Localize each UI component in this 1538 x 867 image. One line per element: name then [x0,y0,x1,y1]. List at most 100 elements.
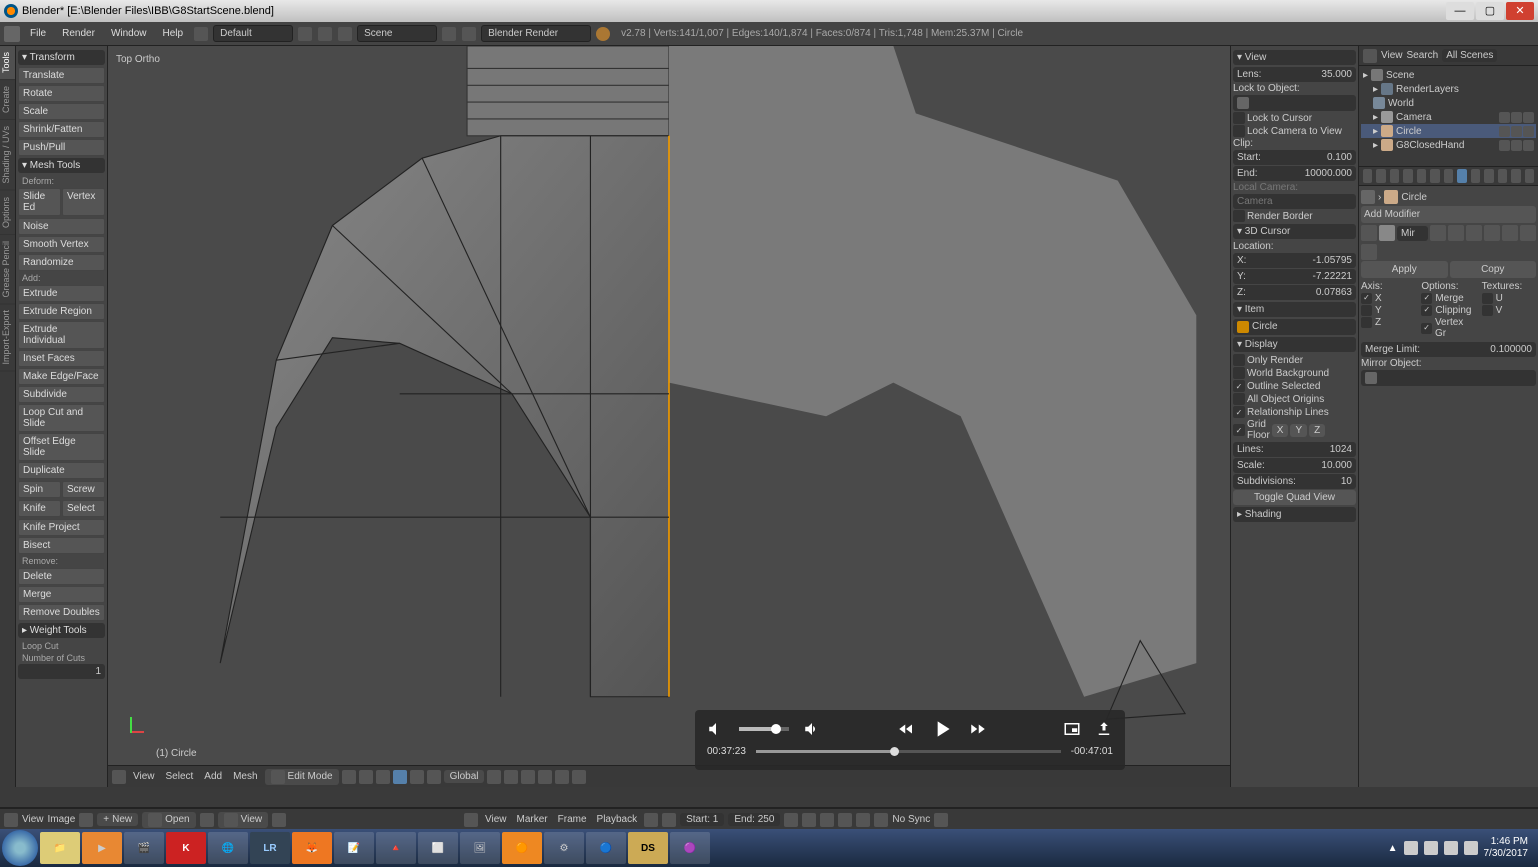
transform-header[interactable]: ▾ Transform [18,50,105,65]
lockcursor-checkbox[interactable] [1233,112,1245,124]
editor-type-icon[interactable] [4,813,18,827]
cursor-z-field[interactable]: Z:0.07863 [1233,285,1356,300]
ol-world[interactable]: World [1361,96,1536,110]
noise-button[interactable]: Noise [18,218,105,235]
clipend-field[interactable]: End:10000.000 [1233,166,1356,181]
frame-start-field[interactable]: Start: 1 [680,813,724,826]
shading-panel-header[interactable]: ▸ Shading [1233,507,1356,522]
layout-del-icon[interactable] [318,27,332,41]
ren-icon[interactable] [1523,140,1534,151]
merge-button[interactable]: Merge [18,586,105,603]
play-icon[interactable] [929,716,955,742]
taskbar-app7[interactable]: 🔵 [586,832,626,864]
ctx-layers-icon[interactable] [1390,169,1399,183]
shade-solid-icon[interactable] [342,770,356,784]
ctx-physics-icon[interactable] [1525,169,1534,183]
new-image-button[interactable]: +New [97,813,138,826]
mirrorobj-field[interactable] [1361,370,1536,386]
tray-chevron-icon[interactable]: ▲ [1388,843,1398,854]
play-icon[interactable] [838,813,852,827]
pivot-icon[interactable] [359,770,373,784]
render-opengl-icon[interactable] [572,770,586,784]
vertexgr-checkbox[interactable] [1421,323,1432,334]
allorigins-checkbox[interactable] [1233,393,1245,405]
copy-button[interactable]: Copy [1450,261,1537,278]
autokey-icon[interactable] [644,813,658,827]
worldbg-checkbox[interactable] [1233,367,1245,379]
rewind-icon[interactable] [897,720,915,738]
editor-type-icon[interactable] [4,26,20,42]
insetfaces-button[interactable]: Inset Faces [18,350,105,367]
share-icon[interactable] [1095,720,1113,738]
tray-icon1[interactable] [1404,841,1418,855]
ctx-object-icon[interactable] [1430,169,1439,183]
frame-end-field[interactable]: End: 250 [728,813,780,826]
outliner-view[interactable]: View [1381,50,1403,61]
lockcam-checkbox[interactable] [1233,125,1245,137]
video-progress[interactable] [756,750,1061,753]
rotate-button[interactable]: Rotate [18,85,105,102]
forward-icon[interactable] [969,720,987,738]
vp-menu-select[interactable]: Select [162,771,198,782]
uv-menu-image[interactable]: Image [48,814,76,825]
subdivide-button[interactable]: Subdivide [18,386,105,403]
ctx-constraint-icon[interactable] [1444,169,1453,183]
engine-dropdown[interactable]: Blender Render [481,25,591,42]
taskbar-k[interactable]: K [166,832,206,864]
translate-button[interactable]: Translate [18,67,105,84]
shrink-button[interactable]: Shrink/Fatten [18,121,105,138]
grid-x-toggle[interactable]: X [1272,424,1289,437]
editor-type-icon[interactable] [1363,169,1372,183]
range-icon[interactable] [662,813,676,827]
selmode-vert-icon[interactable] [376,770,390,784]
mod-delete-icon[interactable] [1361,244,1377,260]
modname-field[interactable]: Mir [1397,226,1428,241]
tl-menu-frame[interactable]: Frame [555,814,590,825]
editor-type-icon[interactable] [1363,49,1377,63]
ol-scene[interactable]: ▸Scene [1361,68,1536,82]
taskbar-blender[interactable]: 🟠 [502,832,542,864]
taskbar-app2[interactable]: 📝 [334,832,374,864]
grid-z-toggle[interactable]: Z [1309,424,1325,437]
ctx-data-icon[interactable] [1471,169,1480,183]
axis-x-checkbox[interactable] [1361,293,1372,304]
uv-menu-view[interactable]: View [22,814,44,825]
mod-display-icon[interactable] [1448,225,1464,241]
layout-dropdown[interactable]: Default [213,25,293,42]
ol-hand[interactable]: ▸G8ClosedHand [1361,138,1536,152]
start-button[interactable] [2,830,38,866]
mod-render-icon[interactable] [1430,225,1446,241]
ctx-material-icon[interactable] [1484,169,1493,183]
cuts-field[interactable]: 1 [18,664,105,679]
ctx-scene-icon[interactable] [1403,169,1412,183]
menu-window[interactable]: Window [105,26,153,41]
sync-dropdown[interactable]: No Sync [892,814,930,825]
layout-browse-icon[interactable] [194,27,208,41]
gridfloor-checkbox[interactable] [1233,424,1245,436]
mode-dropdown[interactable]: Edit Mode [265,769,339,785]
lens-field[interactable]: Lens:35.000 [1233,67,1356,82]
ren-icon[interactable] [1523,126,1534,137]
volume-icon[interactable] [707,720,725,738]
vp-menu-mesh[interactable]: Mesh [229,771,261,782]
tab-grease[interactable]: Grease Pencil [0,235,15,305]
outliner-tree[interactable]: ▸Scene ▸RenderLayers World ▸Camera ▸Circ… [1359,66,1538,166]
extrudeindiv-button[interactable]: Extrude Individual [18,321,105,349]
ctx-world-icon[interactable] [1417,169,1426,183]
menu-render[interactable]: Render [56,26,101,41]
outliner-scope[interactable]: All Scenes [1442,49,1497,62]
duplicate-button[interactable]: Duplicate [18,462,105,479]
grid-y-toggle[interactable]: Y [1290,424,1307,437]
occlude-icon[interactable] [427,770,441,784]
viewport-3d[interactable]: Top Ortho (1) Circle View Select Add Mes… [108,46,1230,787]
merge-checkbox[interactable] [1421,293,1432,304]
lockobj-field[interactable] [1233,95,1356,111]
outliner-search[interactable]: Search [1407,50,1439,61]
knife-button[interactable]: Knife [18,500,61,517]
item-name-field[interactable]: Circle [1233,319,1356,335]
collapse-icon[interactable] [1361,225,1377,241]
delete-button[interactable]: Delete [18,568,105,585]
mod-up-icon[interactable] [1502,225,1518,241]
picture-in-picture-icon[interactable] [1063,720,1081,738]
taskbar-app4[interactable]: ⬜ [418,832,458,864]
